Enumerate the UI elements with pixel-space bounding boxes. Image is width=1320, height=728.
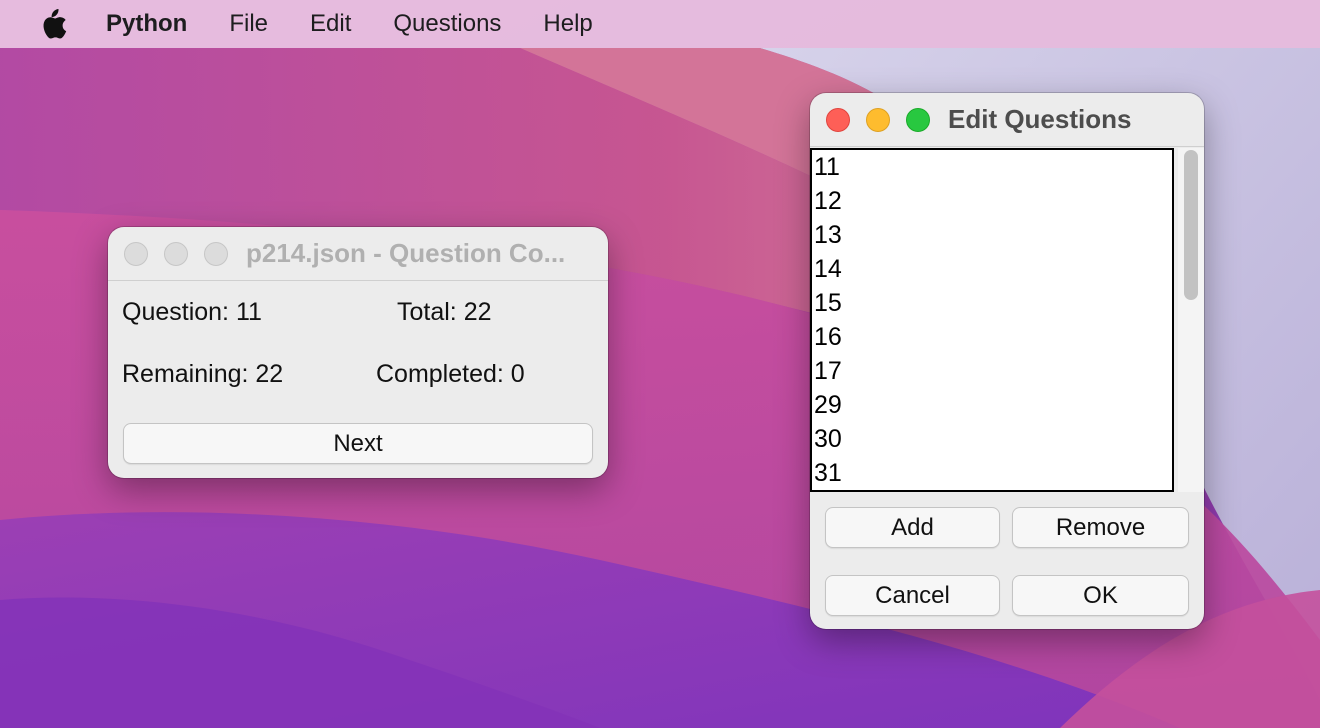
list-item[interactable]: 13 (812, 218, 1172, 252)
list-item[interactable]: 15 (812, 286, 1172, 320)
close-button[interactable] (124, 241, 148, 266)
edit-questions-window: Edit Questions 11 12 13 14 15 16 17 29 3… (810, 93, 1204, 629)
remove-button[interactable]: Remove (1012, 507, 1189, 548)
list-item[interactable]: 12 (812, 184, 1172, 218)
menu-file[interactable]: File (229, 10, 268, 38)
remaining-label: Remaining: 22 (122, 360, 284, 388)
total-label: Total: 22 (397, 298, 492, 326)
list-item[interactable]: 11 (812, 150, 1172, 184)
minimize-button[interactable] (866, 107, 890, 132)
question-label: Question: 11 (122, 298, 262, 326)
listbox-scrollbar[interactable] (1178, 148, 1204, 492)
counter-window-title: p214.json - Question Co... (246, 238, 566, 268)
questions-listbox[interactable]: 11 12 13 14 15 16 17 29 30 31 (810, 148, 1174, 492)
question-counter-window: p214.json - Question Co... Question: 11 … (108, 227, 608, 478)
list-item[interactable]: 29 (812, 388, 1172, 422)
apple-logo-icon[interactable] (38, 7, 68, 41)
list-item[interactable]: 30 (812, 422, 1172, 456)
menu-bar: Python File Edit Questions Help (0, 0, 1320, 48)
scrollbar-thumb[interactable] (1184, 150, 1198, 300)
list-item[interactable]: 17 (812, 354, 1172, 388)
counter-titlebar[interactable]: p214.json - Question Co... (108, 227, 608, 281)
next-button[interactable]: Next (123, 423, 593, 464)
menu-edit[interactable]: Edit (310, 10, 351, 38)
add-button[interactable]: Add (825, 507, 1000, 548)
close-button[interactable] (826, 107, 850, 132)
completed-label: Completed: 0 (376, 360, 525, 388)
zoom-button[interactable] (204, 241, 228, 266)
menu-app-python[interactable]: Python (106, 10, 187, 38)
menu-questions[interactable]: Questions (393, 10, 501, 38)
editor-titlebar[interactable]: Edit Questions (810, 93, 1204, 147)
ok-button[interactable]: OK (1012, 575, 1189, 616)
minimize-button[interactable] (164, 241, 188, 266)
editor-window-title: Edit Questions (948, 104, 1132, 134)
list-item[interactable]: 16 (812, 320, 1172, 354)
apple-logo-glyph (43, 8, 67, 39)
list-item[interactable]: 14 (812, 252, 1172, 286)
cancel-button[interactable]: Cancel (825, 575, 1000, 616)
menu-help[interactable]: Help (543, 10, 592, 38)
list-item[interactable]: 31 (812, 456, 1172, 490)
zoom-button[interactable] (906, 107, 930, 132)
